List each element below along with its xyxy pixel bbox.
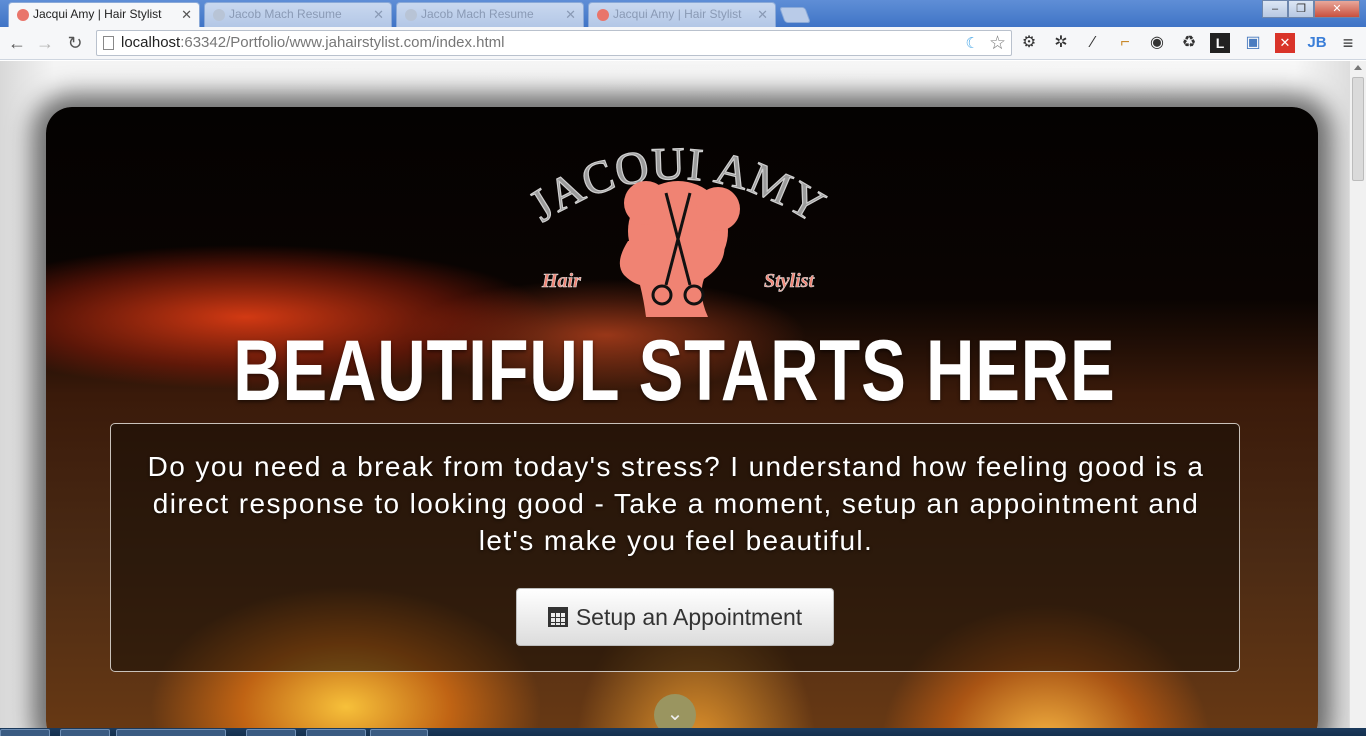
maximize-button[interactable]: ❐ — [1288, 0, 1314, 18]
recycle-icon[interactable]: ♻ — [1179, 33, 1199, 53]
scroll-up-arrow-icon[interactable] — [1354, 65, 1362, 70]
ruler-icon[interactable]: ⌐ — [1115, 33, 1135, 53]
new-tab-button[interactable] — [779, 7, 811, 23]
tab-title: Jacob Mach Resume — [421, 7, 534, 21]
l-icon[interactable]: L — [1210, 33, 1230, 53]
tab-close-icon[interactable]: ✕ — [181, 3, 192, 26]
window-icon[interactable]: ▣ — [1243, 33, 1263, 53]
setup-appointment-button[interactable]: Setup an Appointment — [516, 588, 834, 646]
menu-icon[interactable]: ≡ — [1338, 33, 1358, 53]
favicon-icon — [213, 9, 225, 21]
browser-toolbar: ← → ↻ localhost:63342/Portfolio/www.jaha… — [0, 27, 1366, 60]
taskbar-item[interactable] — [116, 729, 226, 736]
back-button[interactable]: ← — [4, 31, 30, 55]
favicon-icon — [597, 9, 609, 21]
tab-title: Jacqui Amy | Hair Stylist — [33, 7, 162, 21]
tab-active[interactable]: Jacqui Amy | Hair Stylist ✕ — [8, 2, 200, 27]
reload-button[interactable]: ↻ — [62, 31, 88, 55]
tab-inactive[interactable]: Jacob Mach Resume ✕ — [204, 2, 392, 27]
favicon-icon — [405, 9, 417, 21]
taskbar-item[interactable] — [246, 729, 296, 736]
intro-panel: Do you need a break from today's stress?… — [110, 423, 1240, 672]
url-text[interactable]: localhost:63342/Portfolio/www.jahairstyl… — [121, 31, 505, 55]
brand-logo[interactable]: JACQUI AMY Hair Stylist — [520, 137, 834, 317]
taskbar-item[interactable] — [306, 729, 366, 736]
taskbar-start[interactable] — [0, 729, 50, 736]
window-close-button[interactable]: ✕ — [1314, 0, 1360, 18]
os-taskbar — [0, 728, 1366, 736]
forward-button[interactable]: → — [32, 31, 58, 55]
taskbar-item[interactable] — [60, 729, 110, 736]
favicon-icon — [17, 9, 29, 21]
chrome-settings-icon[interactable]: ◉ — [1147, 33, 1167, 53]
intro-text: Do you need a break from today's stress?… — [147, 451, 1205, 556]
logo-hair-word: Hair — [541, 270, 581, 292]
address-bar[interactable]: localhost:63342/Portfolio/www.jahairstyl… — [96, 30, 1012, 56]
logo-graphic: JACQUI AMY Hair Stylist — [520, 137, 834, 317]
minimize-button[interactable]: – — [1262, 0, 1288, 18]
bug-icon[interactable]: ✲ — [1051, 33, 1071, 53]
setup-appointment-label: Setup an Appointment — [575, 604, 803, 630]
eyedropper-icon[interactable]: ⁄ — [1083, 33, 1103, 53]
red-x-icon[interactable]: ✕ — [1275, 33, 1295, 53]
calendar-icon — [547, 607, 568, 627]
vertical-scrollbar[interactable] — [1349, 61, 1366, 728]
tab-title: Jacqui Amy | Hair Stylist — [613, 7, 742, 21]
gear-icon[interactable]: ⚙ — [1019, 33, 1039, 53]
jb-icon[interactable]: JB — [1307, 33, 1327, 53]
tab-close-icon[interactable]: ✕ — [565, 3, 576, 26]
tab-strip: Jacqui Amy | Hair Stylist ✕ Jacob Mach R… — [0, 0, 1366, 27]
taskbar-item[interactable] — [370, 729, 428, 736]
scrollbar-thumb[interactable] — [1352, 77, 1364, 181]
tab-close-icon[interactable]: ✕ — [373, 3, 384, 26]
logo-stylist-word: Stylist — [764, 270, 815, 292]
tab-title: Jacob Mach Resume — [229, 7, 342, 21]
tab-inactive[interactable]: Jacob Mach Resume ✕ — [396, 2, 584, 27]
hero-headline: BEAUTIFUL STARTS HERE — [233, 323, 1116, 419]
bookmark-star-icon[interactable]: ☆ — [989, 32, 1006, 55]
tab-close-icon[interactable]: ✕ — [757, 3, 768, 26]
page-viewport: JACQUI AMY Hair Stylist BEAUTIFUL STARTS… — [0, 61, 1349, 728]
page-icon — [103, 36, 114, 50]
chevron-down-icon[interactable]: ⌄ — [654, 694, 696, 728]
tab-inactive[interactable]: Jacqui Amy | Hair Stylist ✕ — [588, 2, 776, 27]
moon-icon[interactable]: ☾ — [966, 34, 979, 52]
